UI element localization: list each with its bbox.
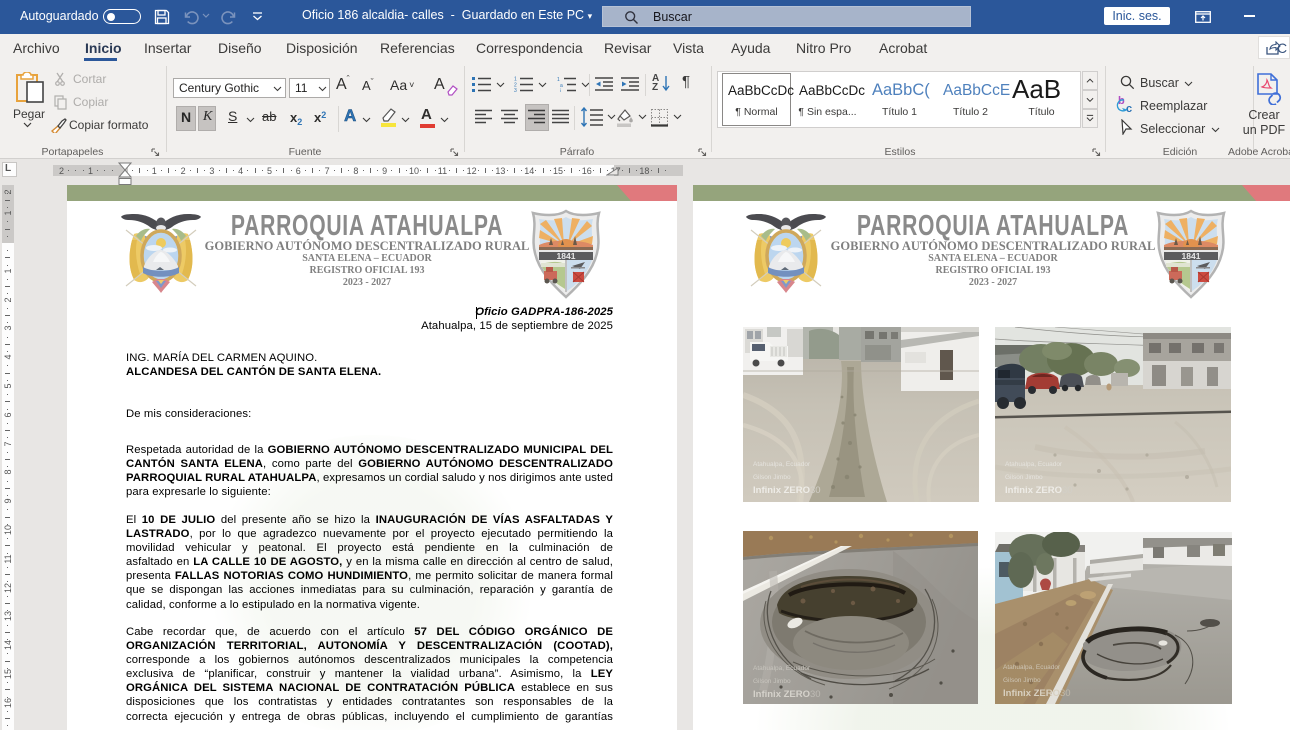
svg-text:Gilson Jimbo: Gilson Jimbo bbox=[753, 474, 791, 481]
svg-text:Gilson Jimbo: Gilson Jimbo bbox=[753, 678, 791, 685]
svg-text:Infinix ZERO30: Infinix ZERO30 bbox=[753, 485, 821, 496]
svg-text:Infinix ZERO30: Infinix ZERO30 bbox=[753, 689, 821, 700]
svg-text:Infinix ZERO30: Infinix ZERO30 bbox=[1003, 688, 1071, 699]
svg-text:Gilson Jimbo: Gilson Jimbo bbox=[1005, 474, 1043, 481]
svg-text:Atahualpa, Ecuador: Atahualpa, Ecuador bbox=[1005, 461, 1063, 468]
svg-text:Infinix ZERO30: Infinix ZERO30 bbox=[1005, 485, 1073, 496]
svg-text:1841: 1841 bbox=[557, 251, 576, 261]
svg-text:Atahualpa, Ecuador: Atahualpa, Ecuador bbox=[753, 665, 811, 672]
svg-text:Gilson Jimbo: Gilson Jimbo bbox=[1003, 677, 1041, 684]
svg-text:Atahualpa, Ecuador: Atahualpa, Ecuador bbox=[1003, 664, 1061, 671]
svg-text:1841: 1841 bbox=[1182, 251, 1201, 261]
svg-text:3: 3 bbox=[514, 88, 517, 92]
svg-text:i: i bbox=[560, 89, 561, 93]
svg-text:Atahualpa, Ecuador: Atahualpa, Ecuador bbox=[753, 461, 811, 468]
